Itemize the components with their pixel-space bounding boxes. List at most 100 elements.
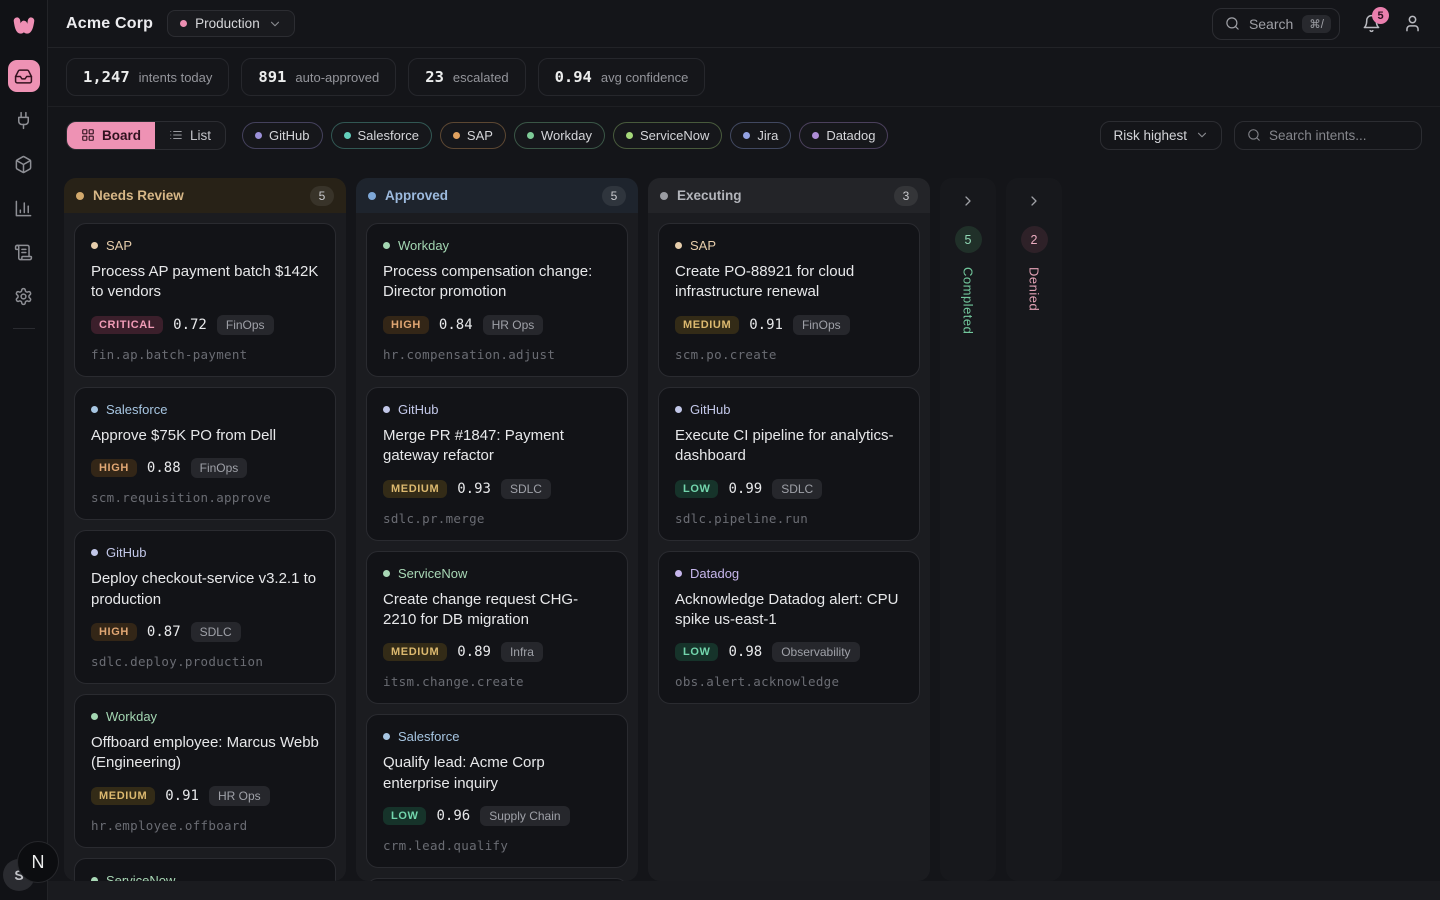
- confidence-value: 0.93: [457, 481, 491, 497]
- sidebar-item-scroll[interactable]: [8, 236, 40, 268]
- notifications-button[interactable]: 5: [1362, 14, 1381, 33]
- view-toggle-board[interactable]: Board: [67, 122, 155, 149]
- action-path: hr.compensation.adjust: [383, 347, 611, 362]
- expand-column-button[interactable]: [955, 188, 981, 214]
- top-header: Acme Corp Production Search ⌘/ 5: [48, 0, 1440, 48]
- source-dot: [675, 570, 682, 577]
- intent-card[interactable]: ServiceNowCreate change request CHG-2210…: [366, 551, 628, 705]
- card-source-row: ServiceNow: [383, 566, 611, 581]
- filter-chip-jira[interactable]: Jira: [730, 122, 791, 149]
- action-path: scm.requisition.approve: [91, 490, 319, 505]
- filter-chip-servicenow[interactable]: ServiceNow: [613, 122, 722, 149]
- risk-badge: LOW: [675, 480, 718, 498]
- sidebar-nav: [8, 60, 40, 312]
- source-name: Workday: [106, 709, 157, 724]
- column-status-dot: [660, 192, 668, 200]
- source-dot: [453, 132, 460, 139]
- source-dot: [91, 242, 98, 249]
- intent-card[interactable]: GitHub Execute CI pipeline for analytics-…: [658, 387, 920, 541]
- card-title: Execute CI pipeline for analytics-dashbo…: [675, 426, 903, 467]
- intent-card[interactable]: Workday Offboard employee: Marcus Webb (E…: [74, 694, 336, 848]
- source-name: Datadog: [690, 566, 739, 581]
- brand-logo-icon: [8, 10, 40, 40]
- filter-chip-salesforce[interactable]: Salesforce: [331, 122, 432, 149]
- sidebar-item-settings[interactable]: [8, 280, 40, 312]
- source-dot: [675, 242, 682, 249]
- card-badges: LOW 0.96 Supply Chain: [383, 806, 611, 826]
- expand-column-button[interactable]: [1021, 188, 1047, 214]
- confidence-value: 0.91: [749, 317, 783, 333]
- stat-pill-escalated: 23escalated: [408, 58, 525, 96]
- filter-chip-label: Jira: [757, 128, 778, 143]
- user-menu-button[interactable]: [1403, 14, 1422, 33]
- filter-chip-label: ServiceNow: [640, 128, 709, 143]
- team-badge: Supply Chain: [480, 806, 569, 826]
- global-search-button[interactable]: Search ⌘/: [1212, 8, 1340, 40]
- card-source-row: Workday: [383, 238, 611, 253]
- board-column-needs-review: Needs Review5SAPProcess AP payment batch…: [64, 178, 346, 881]
- filter-chip-label: SAP: [467, 128, 493, 143]
- source-dot: [626, 132, 633, 139]
- card-badges: MEDIUM0.93SDLC: [383, 479, 611, 499]
- confidence-value: 0.87: [147, 624, 181, 640]
- column-status-dot: [368, 192, 376, 200]
- search-label: Search: [1249, 16, 1293, 32]
- source-dot: [675, 406, 682, 413]
- column-header: Approved5: [356, 178, 638, 213]
- source-name: ServiceNow: [106, 873, 175, 881]
- card-badges: MEDIUM0.91HR Ops: [91, 786, 319, 806]
- risk-badge: CRITICAL: [91, 316, 163, 334]
- sidebar-item-bar-chart[interactable]: [8, 192, 40, 224]
- card-title: Qualify lead: Acme Corp enterprise inqui…: [383, 753, 611, 794]
- stat-value: 1,247: [83, 68, 130, 86]
- intent-card[interactable]: DatadogAcknowledge Datadog alert: CPU sp…: [658, 551, 920, 705]
- filter-chip-workday[interactable]: Workday: [514, 122, 605, 149]
- intent-card[interactable]: SalesforceQualify lead: Acme Corp enterp…: [366, 714, 628, 868]
- sidebar-item-package[interactable]: [8, 148, 40, 180]
- sort-dropdown[interactable]: Risk highest: [1100, 121, 1222, 150]
- intent-card[interactable]: GitHubMerge PR #1847: Payment gateway re…: [366, 387, 628, 541]
- confidence-value: 0.88: [147, 460, 181, 476]
- sidebar-item-inbox[interactable]: [8, 60, 40, 92]
- team-badge: FinOps: [793, 315, 850, 335]
- filter-chip-github[interactable]: GitHub: [242, 122, 322, 149]
- intent-card[interactable]: GitHubDeploy checkout-service v3.2.1 to …: [74, 530, 336, 684]
- risk-badge: LOW: [675, 643, 718, 661]
- card-source-row: ServiceNow: [91, 873, 319, 881]
- stat-pill-intents-today: 1,247intents today: [66, 58, 229, 96]
- column-status-dot: [76, 192, 84, 200]
- confidence-value: 0.96: [436, 808, 470, 824]
- intent-card[interactable]: SalesforceApprove $75K PO from DellHIGH0…: [74, 387, 336, 520]
- stat-value: 0.94: [555, 68, 592, 86]
- intent-card[interactable]: ServiceNowCreate incident INC-4489 for A…: [74, 858, 336, 881]
- intent-card[interactable]: WorkdayProcess compensation change: Dire…: [366, 223, 628, 377]
- source-name: GitHub: [690, 402, 730, 417]
- company-title: Acme Corp: [66, 15, 153, 33]
- view-toggle-list[interactable]: List: [155, 122, 225, 149]
- sort-label: Risk highest: [1113, 128, 1187, 143]
- intent-search: [1234, 121, 1422, 150]
- sidebar-item-plug[interactable]: [8, 104, 40, 136]
- intent-card[interactable]: SAPCreate PO-88921 for cloud infrastruct…: [658, 223, 920, 377]
- card-title: Offboard employee: Marcus Webb (Engineer…: [91, 733, 319, 774]
- environment-selector[interactable]: Production: [167, 10, 295, 37]
- filter-chip-sap[interactable]: SAP: [440, 122, 506, 149]
- intent-search-input[interactable]: [1269, 128, 1409, 143]
- filter-chip-label: Datadog: [826, 128, 875, 143]
- board-scrollbar-track[interactable]: [48, 881, 1440, 900]
- board-column-executing: Executing3SAPCreate PO-88921 for cloud i…: [648, 178, 930, 881]
- team-badge: SDLC: [772, 479, 822, 499]
- source-dot: [383, 242, 390, 249]
- risk-badge: LOW: [383, 807, 426, 825]
- source-dot: [527, 132, 534, 139]
- board-column-approved: Approved5 WorkdayProcess compensation cha…: [356, 178, 638, 881]
- filter-chip-label: GitHub: [269, 128, 309, 143]
- column-cards: WorkdayProcess compensation change: Dire…: [356, 213, 638, 881]
- filter-chip-datadog[interactable]: Datadog: [799, 122, 888, 149]
- stat-label: auto-approved: [295, 70, 379, 85]
- sidebar: S N: [0, 0, 48, 900]
- card-source-row: SAP: [91, 238, 319, 253]
- risk-badge: HIGH: [91, 459, 137, 477]
- card-source-row: Workday: [91, 709, 319, 724]
- intent-card[interactable]: SAPProcess AP payment batch $142K to ven…: [74, 223, 336, 377]
